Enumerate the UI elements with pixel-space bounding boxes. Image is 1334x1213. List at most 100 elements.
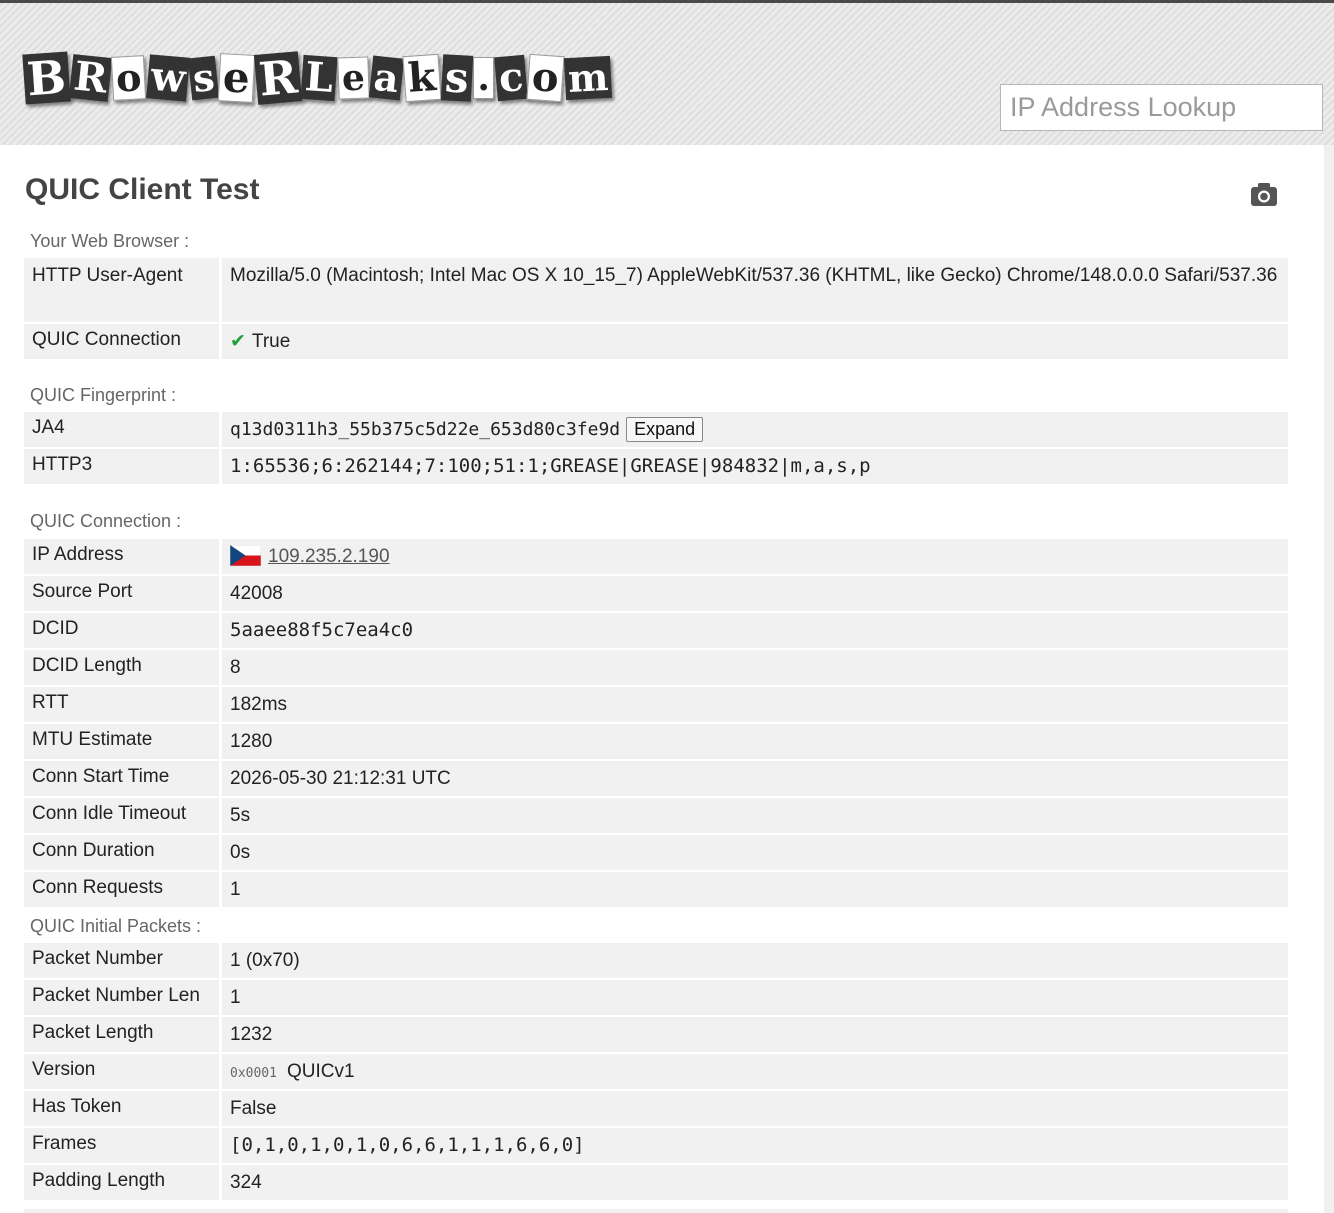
logo-letter: B <box>22 50 71 106</box>
row-value: 182ms <box>222 687 1288 722</box>
logo-letter: k <box>402 53 442 103</box>
ip-address-value: 109.235.2.190 <box>222 539 1288 574</box>
row-key: Version <box>24 1054 222 1089</box>
connection-table: IP Address 109.235.2.190 Source Port 4200… <box>24 537 1288 909</box>
table-row: Source Port 42008 <box>24 576 1288 611</box>
row-key: QUIC Connection <box>24 324 222 359</box>
ip-lookup-input[interactable] <box>1001 92 1334 123</box>
check-icon: ✔ <box>230 331 246 352</box>
row-value: 8 <box>222 650 1288 685</box>
logo-letter: s <box>187 54 220 101</box>
row-value: 1232 <box>222 1017 1288 1052</box>
logo-letter: o <box>111 54 147 101</box>
version-name: QUICv1 <box>286 1061 355 1082</box>
row-key: HTTP User-Agent <box>24 258 222 322</box>
scrollbar[interactable] <box>1324 145 1334 1213</box>
logo-letter: e <box>218 52 256 103</box>
row-value: 0s <box>222 835 1288 870</box>
row-key: HTTP3 <box>24 449 222 484</box>
czech-flag-icon <box>229 544 262 567</box>
logo-letter: e <box>337 56 371 100</box>
camera-icon[interactable] <box>1250 181 1278 207</box>
version-value: 0x0001 QUICv1 <box>222 1054 1288 1089</box>
ip-address-link[interactable]: 109.235.2.190 <box>268 546 390 567</box>
table-row: Frames [0,1,0,1,0,1,0,6,6,1,1,1,6,6,0] <box>24 1128 1288 1163</box>
table-row: DCID 5aaee88f5c7ea4c0 <box>24 613 1288 648</box>
row-value: 42008 <box>222 576 1288 611</box>
site-logo[interactable]: BRowseRLeaks.com <box>22 33 613 123</box>
logo-letter: c <box>494 53 529 102</box>
logo-letter: R <box>68 52 113 103</box>
logo-letter: s <box>440 52 473 103</box>
http3-value: 1:65536;6:262144;7:100;51:1;GREASE|GREAS… <box>222 449 1288 484</box>
row-key: Conn Idle Timeout <box>24 798 222 833</box>
logo-letter: . <box>473 57 494 99</box>
row-value: 1 (0x70) <box>222 943 1288 978</box>
next-table-edge <box>24 1209 1288 1213</box>
quic-connection-value: ✔ True <box>222 324 1288 359</box>
initial-packets-table: Packet Number 1 (0x70) Packet Number Len 1 P… <box>24 941 1288 1202</box>
row-key: Conn Requests <box>24 872 222 907</box>
expand-button[interactable]: Expand <box>626 417 704 442</box>
ja4-hash: q13d0311h3_55b375c5d22e_653d80c3fe9d <box>230 419 621 440</box>
row-value: 1 <box>222 980 1288 1015</box>
table-row: Packet Number 1 (0x70) <box>24 943 1288 978</box>
row-value: 2026-05-30 21:12:31 UTC <box>222 761 1288 796</box>
row-value: False <box>222 1091 1288 1126</box>
row-key: MTU Estimate <box>24 724 222 759</box>
logo-letter: R <box>253 49 303 107</box>
table-row: RTT 182ms <box>24 687 1288 722</box>
table-row: MTU Estimate 1280 <box>24 724 1288 759</box>
table-row: Conn Start Time 2026-05-30 21:12:31 UTC <box>24 761 1288 796</box>
row-value: 5s <box>222 798 1288 833</box>
row-key: Packet Length <box>24 1017 222 1052</box>
table-row: HTTP3 1:65536;6:262144;7:100;51:1;GREASE… <box>24 449 1288 484</box>
row-key: JA4 <box>24 412 222 447</box>
table-row: Conn Duration 0s <box>24 835 1288 870</box>
table-row: Packet Number Len 1 <box>24 980 1288 1015</box>
row-key: Frames <box>24 1128 222 1163</box>
page-title: QUIC Client Test <box>25 173 260 206</box>
fingerprint-table: JA4 q13d0311h3_55b375c5d22e_653d80c3fe9d… <box>24 410 1288 486</box>
row-value: 1280 <box>222 724 1288 759</box>
table-row: IP Address 109.235.2.190 <box>24 539 1288 574</box>
row-key: IP Address <box>24 539 222 574</box>
row-value: [0,1,0,1,0,1,0,6,6,1,1,1,6,6,0] <box>222 1128 1288 1163</box>
logo-letter: L <box>300 53 338 102</box>
table-row: Has Token False <box>24 1091 1288 1126</box>
row-value: 5aaee88f5c7ea4c0 <box>222 613 1288 648</box>
ip-lookup-search <box>1000 84 1334 131</box>
row-key: Has Token <box>24 1091 222 1126</box>
user-agent-value: Mozilla/5.0 (Macintosh; Intel Mac OS X 1… <box>222 258 1288 322</box>
table-row: HTTP User-Agent Mozilla/5.0 (Macintosh; … <box>24 258 1288 322</box>
table-row: Padding Length 324 <box>24 1165 1288 1200</box>
row-key: Source Port <box>24 576 222 611</box>
section-label-initial-packets: QUIC Initial Packets : <box>30 916 202 936</box>
table-row: Packet Length 1232 <box>24 1017 1288 1052</box>
row-value: 1 <box>222 872 1288 907</box>
table-row: Conn Requests 1 <box>24 872 1288 907</box>
row-key: Packet Number Len <box>24 980 222 1015</box>
row-key: DCID <box>24 613 222 648</box>
logo-letter: w <box>145 53 190 102</box>
row-key: RTT <box>24 687 222 722</box>
table-row: JA4 q13d0311h3_55b375c5d22e_653d80c3fe9d… <box>24 412 1288 447</box>
ja4-value: q13d0311h3_55b375c5d22e_653d80c3fe9d Expa… <box>222 412 1288 447</box>
logo-letter: m <box>563 54 613 101</box>
row-key: Padding Length <box>24 1165 222 1200</box>
logo-letter: a <box>369 54 405 101</box>
table-row: Version 0x0001 QUICv1 <box>24 1054 1288 1089</box>
table-row: QUIC Connection ✔ True <box>24 324 1288 359</box>
row-key: Conn Duration <box>24 835 222 870</box>
row-key: DCID Length <box>24 650 222 685</box>
section-label-connection: QUIC Connection : <box>30 511 182 531</box>
table-row: DCID Length 8 <box>24 650 1288 685</box>
version-code: 0x0001 <box>230 1066 277 1081</box>
logo-letter: o <box>526 53 565 103</box>
row-key: Conn Start Time <box>24 761 222 796</box>
browser-table: HTTP User-Agent Mozilla/5.0 (Macintosh; … <box>24 256 1288 361</box>
quic-connection-status: True <box>251 331 291 352</box>
row-value: 324 <box>222 1165 1288 1200</box>
site-header: BRowseRLeaks.com <box>0 3 1334 145</box>
main-panel: QUIC Client Test Your Web Browser : HTTP… <box>0 145 1324 1213</box>
